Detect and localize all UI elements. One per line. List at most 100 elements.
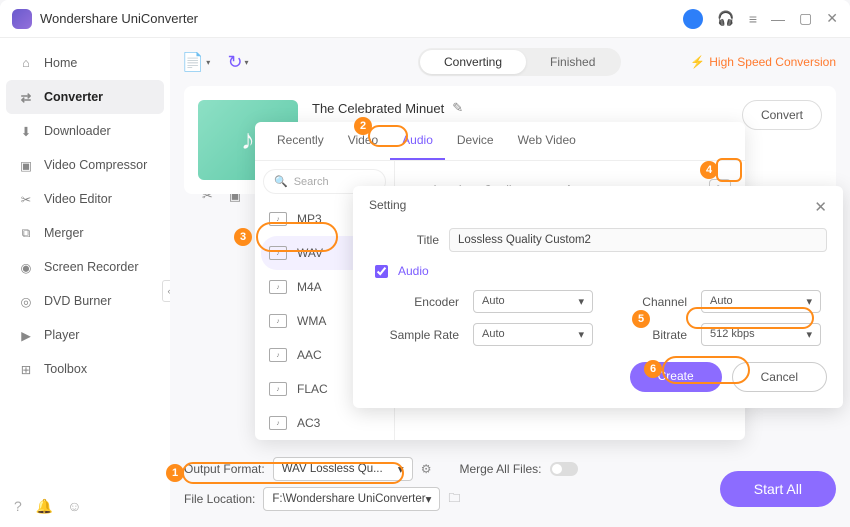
ac3-icon: ♪: [269, 416, 287, 430]
chevron-down-icon: ▾: [806, 295, 812, 308]
add-folder-button[interactable]: ↻▾: [226, 50, 250, 74]
cancel-button[interactable]: Cancel: [732, 362, 827, 392]
status-tabs: Converting Finished: [418, 48, 621, 76]
sidebar-item-label: Merger: [44, 226, 84, 240]
merger-icon: ⧉: [18, 225, 34, 241]
chevron-down-icon: ▾: [806, 328, 812, 341]
compress-icon: ▣: [18, 157, 34, 173]
chevron-down-icon: ▾: [578, 295, 584, 308]
sidebar-item-home[interactable]: ⌂ Home: [0, 46, 170, 80]
edit-title-icon[interactable]: ✎: [452, 100, 463, 116]
setting-title-label: Title: [369, 233, 439, 247]
convert-button[interactable]: Convert: [742, 100, 822, 130]
settings-title: Setting: [369, 198, 406, 216]
search-icon: 🔍: [274, 175, 288, 188]
file-location-select[interactable]: F:\Wondershare UniConverter▾: [263, 487, 440, 511]
toolbar: 📄▾ ↻▾ Converting Finished ⚡ High Speed Co…: [184, 48, 836, 76]
start-all-button[interactable]: Start All: [720, 471, 836, 507]
fmt-item-label: AC3: [297, 416, 320, 430]
output-format-select[interactable]: WAV Lossless Qu...▾: [273, 457, 413, 481]
recorder-icon: ◉: [18, 259, 34, 275]
sidebar-item-compressor[interactable]: ▣ Video Compressor: [0, 148, 170, 182]
tab-finished[interactable]: Finished: [526, 50, 619, 74]
fmt-tab-webvideo[interactable]: Web Video: [506, 122, 588, 160]
channel-label: Channel: [607, 295, 687, 309]
sidebar-item-editor[interactable]: ✂ Video Editor: [0, 182, 170, 216]
minimize-icon[interactable]: —: [771, 11, 785, 27]
sidebar-item-player[interactable]: ▶Player: [0, 318, 170, 352]
converter-icon: ⇄: [18, 89, 34, 105]
fmt-item-label: WMA: [297, 314, 326, 328]
samplerate-value: Auto: [482, 328, 505, 341]
maximize-icon[interactable]: ▢: [799, 10, 812, 27]
sidebar-item-label: Screen Recorder: [44, 260, 139, 274]
fmt-item-label: WAV: [297, 246, 323, 260]
create-button[interactable]: Create: [630, 362, 722, 392]
sidebar-item-label: Toolbox: [44, 362, 87, 376]
mp3-icon: ♪: [269, 212, 287, 226]
fmt-item-label: MP3: [297, 212, 322, 226]
app-title: Wondershare UniConverter: [40, 11, 683, 26]
hsc-label: High Speed Conversion: [709, 55, 836, 69]
bitrate-value: 512 kbps: [710, 328, 755, 341]
support-icon[interactable]: 🎧: [717, 10, 734, 27]
settings-icon[interactable]: ⚙: [421, 462, 432, 476]
help-icon[interactable]: ?: [14, 498, 22, 515]
menu-icon[interactable]: ≡: [749, 11, 757, 27]
user-avatar[interactable]: [683, 9, 703, 29]
notification-icon[interactable]: 🔔: [36, 498, 53, 515]
player-icon: ▶: [18, 327, 34, 343]
sidebar-item-downloader[interactable]: ⬇ Downloader: [0, 114, 170, 148]
merge-label: Merge All Files:: [459, 462, 541, 476]
wma-icon: ♪: [269, 314, 287, 328]
tab-converting[interactable]: Converting: [420, 50, 526, 74]
channel-value: Auto: [710, 295, 733, 308]
audio-checkbox[interactable]: [375, 265, 388, 278]
sidebar-item-label: Downloader: [44, 124, 111, 138]
channel-select[interactable]: Auto ▾: [701, 290, 821, 313]
fmt-tab-audio[interactable]: Audio: [390, 122, 445, 160]
search-placeholder: Search: [294, 176, 329, 188]
editor-icon: ✂: [18, 191, 34, 207]
bolt-icon: ⚡: [690, 55, 705, 69]
sidebar-item-toolbox[interactable]: ⊞ Toolbox: [0, 352, 170, 386]
sidebar-item-recorder[interactable]: ◉ Screen Recorder: [0, 250, 170, 284]
merge-toggle[interactable]: [550, 462, 578, 476]
chevron-down-icon: ▾: [578, 328, 584, 341]
sidebar-item-converter[interactable]: ⇄ Converter: [6, 80, 164, 114]
browse-folder-icon[interactable]: 🗀: [448, 489, 460, 510]
encoder-select[interactable]: Auto▾: [473, 290, 593, 313]
fmt-tab-device[interactable]: Device: [445, 122, 506, 160]
samplerate-label: Sample Rate: [369, 328, 459, 342]
sidebar-item-label: Home: [44, 56, 77, 70]
sidebar-item-label: Video Compressor: [44, 158, 147, 172]
setting-title-input[interactable]: [449, 228, 827, 252]
fmt-tab-video[interactable]: Video: [336, 122, 390, 160]
home-icon: ⌂: [18, 55, 34, 71]
fmt-item-label: FLAC: [297, 382, 328, 396]
encoder-label: Encoder: [369, 295, 459, 309]
sidebar-item-label: Converter: [44, 90, 103, 104]
add-file-button[interactable]: 📄▾: [184, 50, 208, 74]
sidebar-item-label: Video Editor: [44, 192, 112, 206]
fmt-item-label: M4A: [297, 280, 322, 294]
sidebar-item-merger[interactable]: ⧉ Merger: [0, 216, 170, 250]
file-location-value: F:\Wondershare UniConverter: [272, 493, 425, 505]
fmt-item-ac3[interactable]: ♪ AC3: [255, 406, 394, 440]
settings-close-icon[interactable]: ✕: [814, 198, 827, 216]
settings-popup: Setting ✕ Title Audio Encoder Auto▾ Chan…: [353, 186, 843, 408]
fmt-tab-recently[interactable]: Recently: [265, 122, 336, 160]
file-location-label: File Location:: [184, 492, 255, 506]
close-icon[interactable]: ✕: [826, 10, 838, 27]
m4a-icon: ♪: [269, 280, 287, 294]
bitrate-select[interactable]: 512 kbps ▾: [701, 323, 821, 346]
footer: Output Format: WAV Lossless Qu...▾ ⚙ Mer…: [184, 457, 836, 517]
high-speed-conversion[interactable]: ⚡ High Speed Conversion: [690, 55, 836, 69]
sidebar: ⌂ Home ⇄ Converter ⬇ Downloader ▣ Video Comp…: [0, 38, 170, 527]
sidebar-item-dvd[interactable]: ◎DVD Burner: [0, 284, 170, 318]
output-format-label: Output Format:: [184, 462, 265, 476]
samplerate-select[interactable]: Auto ▾: [473, 323, 593, 346]
download-icon: ⬇: [18, 123, 34, 139]
toolbox-icon: ⊞: [18, 361, 34, 377]
feedback-icon[interactable]: ☺: [67, 498, 81, 515]
